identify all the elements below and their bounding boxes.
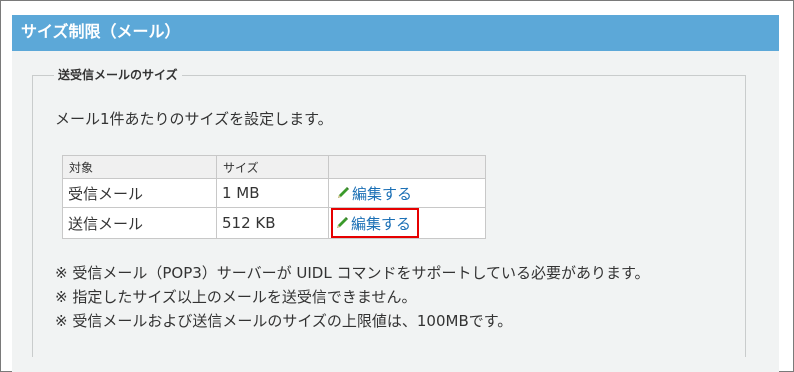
edit-receive-link[interactable]: 編集する xyxy=(334,180,416,206)
cell-target: 送信メール xyxy=(62,207,217,239)
column-header-action xyxy=(328,155,486,179)
section-legend: 送受信メールのサイズ xyxy=(54,67,182,83)
pencil-icon xyxy=(337,217,348,228)
pencil-icon xyxy=(338,187,349,198)
table-row-receive: 受信メール 1 MB 編集する xyxy=(62,178,486,208)
size-table: 対象 サイズ 受信メール 1 MB 編集する 送信メール 512 KB 編集する xyxy=(62,155,486,239)
column-header-target: 対象 xyxy=(62,155,217,179)
edit-send-link[interactable]: 編集する xyxy=(331,208,420,238)
note-item: ※ 指定したサイズ以上のメールを送受信できません。 xyxy=(55,288,417,306)
note-item: ※ 受信メール（POP3）サーバーが UIDL コマンドをサポートしている必要が… xyxy=(55,264,650,282)
cell-size: 512 KB xyxy=(216,207,329,239)
column-header-size: サイズ xyxy=(216,155,329,179)
table-row-send: 送信メール 512 KB 編集する xyxy=(62,207,486,239)
page-title: サイズ制限（メール） xyxy=(12,15,779,51)
table-header-row: 対象 サイズ xyxy=(62,155,486,179)
cell-target: 受信メール xyxy=(62,178,217,208)
edit-receive-label: 編集する xyxy=(352,184,413,203)
section-description: メール1件あたりのサイズを設定します。 xyxy=(55,110,333,128)
cell-action: 編集する xyxy=(328,207,486,239)
cell-action: 編集する xyxy=(328,178,486,208)
notes-list: ※ 受信メール（POP3）サーバーが UIDL コマンドをサポートしている必要が… xyxy=(55,261,650,333)
note-item: ※ 受信メールおよび送信メールのサイズの上限値は、100MBです。 xyxy=(55,312,513,330)
edit-send-label: 編集する xyxy=(351,214,412,233)
cell-size: 1 MB xyxy=(216,178,329,208)
